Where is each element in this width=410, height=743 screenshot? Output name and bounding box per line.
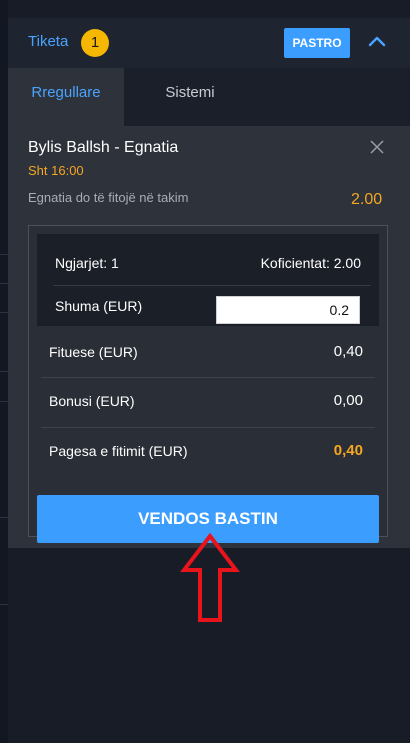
winnings-value: 0,40 [333, 343, 363, 360]
bonus-label: Bonusi (EUR) [49, 393, 135, 409]
winnings-label: Fituese (EUR) [49, 344, 138, 360]
winnings-row: Fituese (EUR) 0,40 [41, 338, 375, 368]
strip-divider [0, 371, 8, 372]
event-time: Sht 16:00 [28, 163, 84, 178]
payout-value: 0,40 [333, 442, 363, 459]
divider [41, 427, 375, 428]
strip-divider [0, 254, 8, 255]
stake-label: Shuma (EUR) [55, 298, 143, 314]
tab-system[interactable]: Sistemi [130, 68, 250, 126]
strip-divider [0, 312, 8, 313]
stake-input[interactable] [216, 296, 360, 324]
payout-label: Pagesa e fitimit (EUR) [49, 443, 188, 459]
betslip-header[interactable]: Tiketa 1 PASTRO [8, 18, 410, 68]
betslip-panel: Tiketa 1 PASTRO Rregullare Sistemi Bylis… [8, 18, 410, 548]
events-count: Ngjarjet: 1 [55, 255, 119, 271]
divider [41, 377, 375, 378]
red-arrow-up-icon [180, 532, 240, 622]
close-icon[interactable] [369, 139, 385, 155]
selection-count-badge: 1 [81, 29, 109, 57]
tab-regular[interactable]: Rregullare [8, 68, 124, 126]
strip-divider [0, 283, 8, 284]
strip-divider [0, 401, 8, 402]
strip-divider [0, 517, 8, 518]
payout-row: Pagesa e fitimit (EUR) 0,40 [41, 437, 375, 467]
left-edge-strip [0, 0, 8, 743]
selection-market: Egnatia do të fitojë në takim [28, 190, 189, 205]
bet-summary: Ngjarjet: 1 Koficientat: 2.00 Shuma (EUR… [28, 225, 388, 543]
clear-button[interactable]: PASTRO [284, 28, 350, 58]
total-odds: Koficientat: 2.00 [260, 255, 361, 271]
page: Tiketa 1 PASTRO Rregullare Sistemi Bylis… [0, 0, 410, 743]
bonus-row: Bonusi (EUR) 0,00 [41, 387, 375, 417]
betslip-title: Tiketa [28, 33, 69, 50]
summary-head: Ngjarjet: 1 Koficientat: 2.00 Shuma (EUR… [37, 234, 379, 326]
selection-odds: 2.00 [351, 191, 383, 208]
bonus-value: 0,00 [333, 392, 363, 409]
event-title: Bylis Ballsh - Egnatia [28, 139, 179, 156]
bet-type-tabs: Rregullare Sistemi [8, 68, 410, 126]
divider [53, 285, 371, 286]
chevron-up-icon[interactable] [366, 31, 388, 53]
strip-divider [0, 604, 8, 605]
